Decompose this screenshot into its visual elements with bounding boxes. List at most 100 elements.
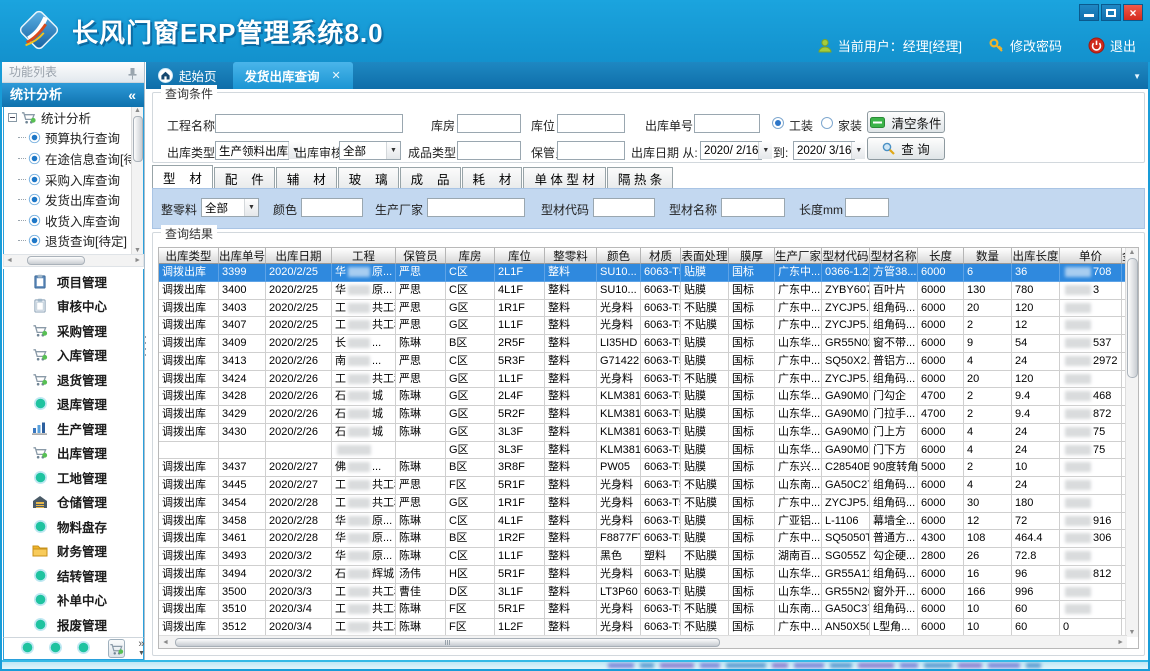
tab-close-icon[interactable]: ✕ bbox=[332, 69, 341, 82]
sidebar-item-circle[interactable]: 物料盘存 bbox=[4, 514, 143, 539]
sidebar-item-clipboard[interactable]: 项目管理 bbox=[4, 269, 143, 294]
scroll-right-icon[interactable]: ► bbox=[134, 257, 141, 264]
table-row[interactable]: 调拨出库34282020/2/26石城陈琳G区2L4F整料KLM38176063… bbox=[159, 388, 1139, 406]
column-header[interactable]: 表面处理 bbox=[681, 248, 729, 264]
order-no-input[interactable] bbox=[694, 114, 760, 133]
material-tab[interactable]: 配 件 bbox=[214, 167, 275, 188]
change-password-button[interactable]: 修改密码 bbox=[988, 36, 1062, 55]
tree-item[interactable]: 采购入库查询 bbox=[4, 169, 143, 190]
sidebar-item-circle[interactable]: 报废管理 bbox=[4, 612, 143, 637]
column-header[interactable]: 出库日期 bbox=[266, 248, 332, 264]
manufacturer-input[interactable] bbox=[427, 198, 525, 217]
logout-button[interactable]: 退出 bbox=[1088, 36, 1136, 55]
sidebar-item-cart[interactable]: 出库管理 bbox=[4, 441, 143, 466]
scroll-right-icon[interactable]: ► bbox=[1117, 639, 1124, 646]
tree-collapse-icon[interactable] bbox=[8, 113, 17, 122]
tree-vertical-scrollbar[interactable]: ▲▼ bbox=[131, 107, 143, 254]
audit-combo[interactable]: 全部▼ bbox=[339, 141, 401, 160]
sidebar-item-circle[interactable]: 退库管理 bbox=[4, 392, 143, 417]
module-dot-icon[interactable] bbox=[48, 640, 63, 658]
color-input[interactable] bbox=[301, 198, 363, 217]
material-tab[interactable]: 耗 材 bbox=[462, 167, 523, 188]
column-header[interactable]: 出库长度 bbox=[1012, 248, 1060, 264]
product-type-input[interactable] bbox=[457, 141, 521, 160]
material-tab[interactable]: 玻 璃 bbox=[338, 167, 399, 188]
sidebar-group-header[interactable]: 统计分析 « bbox=[2, 83, 144, 107]
material-tab[interactable]: 型 材 bbox=[152, 165, 213, 188]
module-dot-icon[interactable] bbox=[76, 640, 91, 658]
column-header[interactable]: 出库类型 bbox=[159, 248, 219, 264]
tree-item[interactable]: 发货出库查询 bbox=[4, 189, 143, 210]
table-row[interactable]: 调拨出库34942020/3/2石辉城汤伟H区5R1F整料光身料6063-T5贴… bbox=[159, 566, 1139, 584]
tab-list-dropdown-icon[interactable]: ▼ bbox=[1133, 72, 1141, 81]
grid-vertical-scrollbar[interactable]: ▲▼ bbox=[1125, 248, 1138, 637]
table-row[interactable]: 调拨出库34612020/2/28华原...陈琳B区1R2F整料F8877FT6… bbox=[159, 530, 1139, 548]
table-row[interactable]: 调拨出库34132020/2/26南...严思C区5R3F整料G71422606… bbox=[159, 353, 1139, 371]
grid-horizontal-scrollbar[interactable]: ◄► bbox=[159, 635, 1127, 648]
sidebar-item-chart[interactable]: 生产管理 bbox=[4, 416, 143, 441]
table-row[interactable]: 调拨出库33992020/2/25华原...严思C区2L1F整料SU10...6… bbox=[159, 264, 1139, 282]
column-header[interactable]: 数量 bbox=[964, 248, 1012, 264]
table-row[interactable]: 调拨出库34032020/2/25工共工程严思G区1R1F整料光身料6063-T… bbox=[159, 300, 1139, 318]
profile-code-input[interactable] bbox=[593, 198, 655, 217]
sidebar-item-cart[interactable]: 采购管理 bbox=[4, 318, 143, 343]
scroll-down-icon[interactable]: ▼ bbox=[1129, 629, 1136, 636]
sidebar-item-circle[interactable]: 补单中心 bbox=[4, 588, 143, 613]
collapse-icon[interactable]: « bbox=[128, 83, 136, 107]
length-input[interactable] bbox=[845, 198, 889, 217]
tree-item[interactable]: 预算执行查询 bbox=[4, 128, 143, 149]
table-row[interactable]: 调拨出库34072020/2/25工共工程严思G区1L1F整料光身料6063-T… bbox=[159, 317, 1139, 335]
outbound-type-combo[interactable]: 生产领料出库▼ bbox=[215, 141, 289, 160]
table-row[interactable]: 调拨出库34932020/3/2华原...陈琳C区1L1F整料黑色塑料不贴膜国标… bbox=[159, 548, 1139, 566]
table-row[interactable]: 调拨出库34452020/2/27工共工程严思F区5R1F整料光身料6063-T… bbox=[159, 477, 1139, 495]
column-header[interactable]: 型材名称 bbox=[870, 248, 918, 264]
column-header[interactable]: 膜厚 bbox=[729, 248, 775, 264]
column-header[interactable]: 颜色 bbox=[597, 248, 641, 264]
table-row[interactable]: 调拨出库34302020/2/26石城陈琳G区3L3F整料KLM38176063… bbox=[159, 424, 1139, 442]
radio-jiazhuang-label[interactable]: 家装 bbox=[838, 117, 862, 134]
column-header[interactable]: 出库单号 bbox=[219, 248, 266, 264]
sidebar-item-cart[interactable]: 入库管理 bbox=[4, 343, 143, 368]
overflow-chevron-icon[interactable]: »▼ bbox=[138, 640, 145, 658]
search-button[interactable]: 查 询 bbox=[867, 137, 945, 160]
date-to-picker[interactable]: 2020/ 3/16▼ bbox=[793, 141, 855, 160]
sidebar-item-circle[interactable]: 工地管理 bbox=[4, 465, 143, 490]
sidebar-item-clipboard2[interactable]: 审核中心 bbox=[4, 294, 143, 319]
profile-name-input[interactable] bbox=[721, 198, 785, 217]
table-row[interactable]: 调拨出库34002020/2/25华原...严思C区4L1F整料SU10...6… bbox=[159, 282, 1139, 300]
warehouse-input[interactable] bbox=[457, 114, 521, 133]
radio-gongzhuang-label[interactable]: 工装 bbox=[789, 117, 813, 134]
material-tab[interactable]: 隔 热 条 bbox=[607, 167, 673, 188]
project-name-input[interactable] bbox=[215, 114, 403, 133]
table-row[interactable]: 调拨出库34582020/2/28华原...陈琳C区4L1F整料光身料6063-… bbox=[159, 513, 1139, 531]
material-tab[interactable]: 辅 材 bbox=[276, 167, 337, 188]
tree-item[interactable]: 退货查询[待定] bbox=[4, 231, 143, 252]
table-row[interactable]: 调拨出库34292020/2/26石城陈琳G区5R2F整料KLM38176063… bbox=[159, 406, 1139, 424]
whole-part-combo[interactable]: 全部▼ bbox=[201, 198, 259, 217]
scroll-down-icon[interactable]: ▼ bbox=[134, 247, 141, 254]
tree-horizontal-scrollbar[interactable]: ◄► bbox=[3, 254, 144, 267]
sidebar-item-folder[interactable]: 财务管理 bbox=[4, 539, 143, 564]
radio-jiazhuang[interactable] bbox=[821, 117, 833, 129]
column-header[interactable]: 型材代码 bbox=[822, 248, 870, 264]
table-row[interactable]: 调拨出库35002020/3/3工共工程曹佳D区3L1F整料LT3P606063… bbox=[159, 584, 1139, 602]
minimize-button[interactable] bbox=[1079, 4, 1099, 21]
scroll-up-icon[interactable]: ▲ bbox=[1129, 249, 1136, 256]
table-row[interactable]: 调拨出库34092020/2/25长...陈琳B区2R5F整料LI35HD606… bbox=[159, 335, 1139, 353]
tab-shipping-outbound-query[interactable]: 发货出库查询 ✕ bbox=[233, 62, 353, 89]
radio-gongzhuang[interactable] bbox=[772, 117, 784, 129]
maximize-button[interactable] bbox=[1101, 4, 1121, 21]
table-row[interactable]: 调拨出库34542020/2/28工共工程严思G区1R1F整料光身料6063-T… bbox=[159, 495, 1139, 513]
clear-conditions-button[interactable]: 清空条件 bbox=[867, 111, 945, 133]
table-row[interactable]: G区3L3F整料KLM38176063-T5贴膜国标山东华...GA90M09.… bbox=[159, 442, 1139, 460]
material-tab[interactable]: 单 体 型 材 bbox=[523, 167, 605, 188]
scroll-left-icon[interactable]: ◄ bbox=[6, 257, 13, 264]
column-header[interactable]: 工程 bbox=[332, 248, 396, 264]
sidebar-item-warehouse[interactable]: 仓储管理 bbox=[4, 490, 143, 515]
column-header[interactable]: 保管员 bbox=[396, 248, 446, 264]
close-button[interactable]: × bbox=[1123, 4, 1143, 21]
column-header[interactable]: 库位 bbox=[495, 248, 545, 264]
table-row[interactable]: 调拨出库34242020/2/26工共工程严思G区1L1F整料光身料6063-T… bbox=[159, 371, 1139, 389]
location-input[interactable] bbox=[557, 114, 625, 133]
material-tab[interactable]: 成 品 bbox=[400, 167, 461, 188]
